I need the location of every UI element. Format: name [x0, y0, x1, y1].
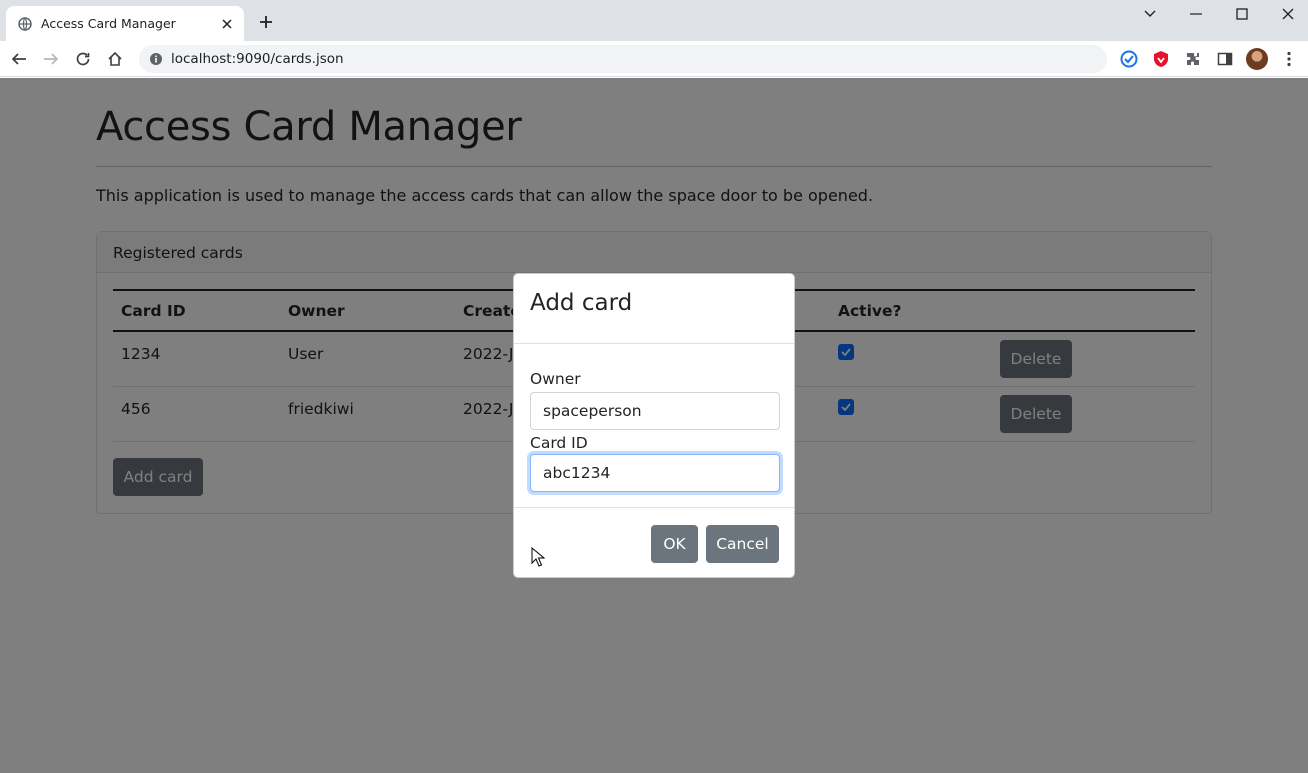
shield-extension-icon[interactable] [1150, 48, 1172, 70]
puzzle-icon[interactable] [1182, 48, 1204, 70]
cancel-button[interactable]: Cancel [706, 525, 779, 563]
back-arrow-icon[interactable] [7, 47, 31, 71]
minimize-icon[interactable] [1173, 0, 1219, 28]
globe-icon [18, 16, 32, 31]
card-id-label: Card ID [530, 434, 588, 452]
profile-avatar[interactable] [1246, 48, 1268, 70]
maximize-icon[interactable] [1219, 0, 1265, 28]
checkmark-extension-icon[interactable] [1118, 48, 1140, 70]
owner-label: Owner [530, 370, 581, 388]
address-bar[interactable]: localhost:9090/cards.json [139, 45, 1107, 73]
owner-input[interactable] [530, 392, 780, 430]
side-panel-icon[interactable] [1214, 48, 1236, 70]
reload-icon[interactable] [71, 47, 95, 71]
home-icon[interactable] [103, 47, 127, 71]
tab-title: Access Card Manager [41, 16, 176, 31]
add-card-dialog: Add card Owner Card ID OK Cancel [513, 273, 795, 578]
mouse-cursor-icon [531, 547, 545, 567]
modal-footer: OK Cancel [514, 507, 794, 577]
info-icon[interactable] [149, 52, 163, 66]
modal-title: Add card [530, 290, 633, 316]
browser-tab[interactable]: Access Card Manager [6, 6, 244, 41]
url-text: localhost:9090/cards.json [171, 51, 344, 67]
browser-tabstrip: Access Card Manager [0, 0, 1308, 41]
more-menu-icon[interactable] [1278, 48, 1300, 70]
new-tab-plus-icon[interactable] [256, 12, 276, 32]
browser-toolbar: localhost:9090/cards.json [0, 41, 1308, 77]
window-close-icon[interactable] [1265, 0, 1308, 28]
tab-search-chevron-icon[interactable] [1127, 0, 1173, 28]
modal-header: Add card [514, 274, 794, 344]
close-icon[interactable] [219, 16, 235, 32]
card-id-input[interactable] [530, 454, 780, 492]
ok-button[interactable]: OK [651, 525, 698, 563]
forward-arrow-icon[interactable] [39, 47, 63, 71]
